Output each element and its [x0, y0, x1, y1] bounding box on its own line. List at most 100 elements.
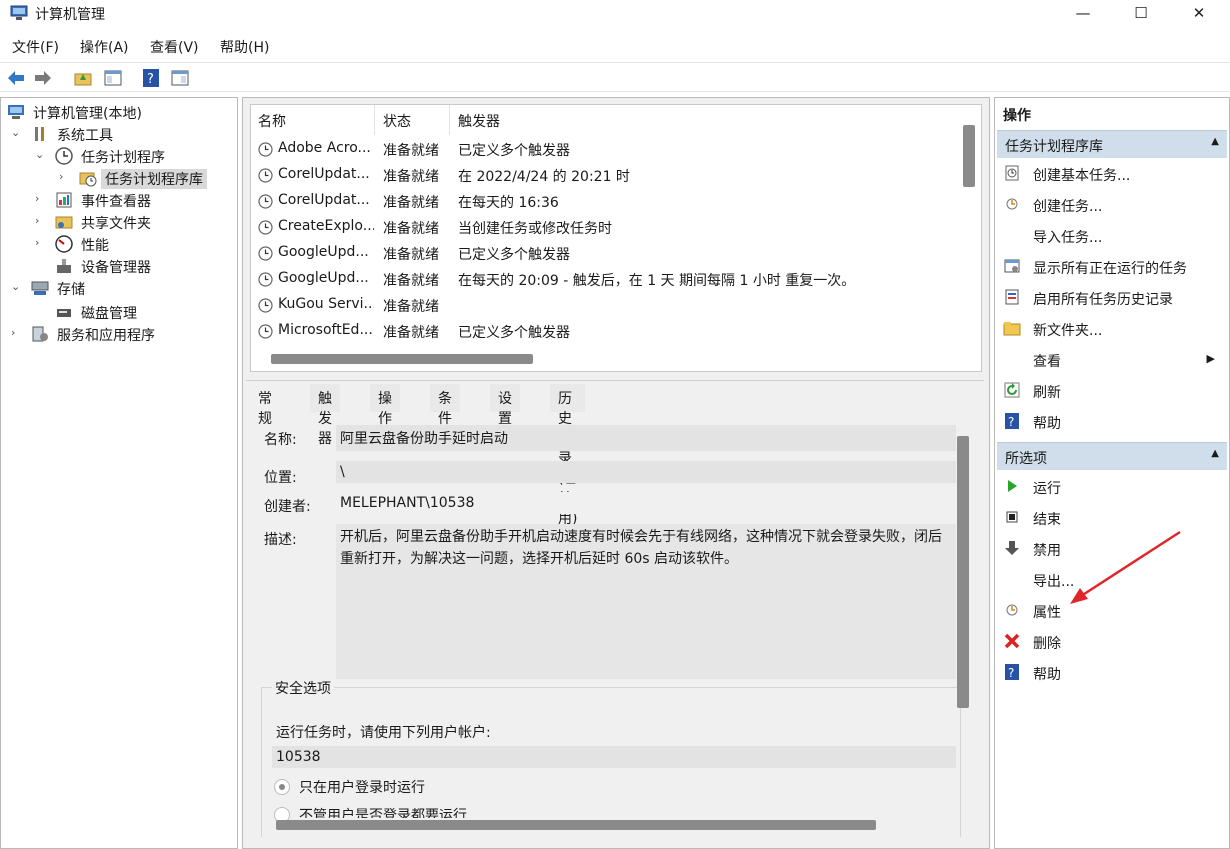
run-icon [1008, 480, 1017, 492]
detail-vertical-scrollbar[interactable] [957, 436, 969, 708]
help-icon[interactable]: ? [141, 68, 161, 88]
tab-general[interactable]: 常规 [250, 384, 280, 427]
task-clock-icon [258, 194, 273, 209]
refresh-icon [1004, 382, 1020, 398]
description-label: 描述: [264, 532, 297, 548]
forward-icon[interactable] [33, 68, 53, 88]
collapse-icon[interactable]: ▲ [1211, 448, 1219, 459]
action-help[interactable]: ? 帮助 [1003, 660, 1223, 686]
action-running-tasks[interactable]: 显示所有正在运行的任务 [1003, 254, 1223, 280]
chevron-right-icon[interactable]: › [35, 214, 47, 227]
action-label: 帮助 [1033, 416, 1061, 432]
action-label: 结束 [1033, 512, 1061, 528]
task-trigger-cell: 当创建任务或修改任务时 [458, 221, 612, 237]
tab-settings[interactable]: 设置 [490, 384, 520, 427]
up-folder-icon[interactable] [73, 68, 93, 88]
actions-section-task-library[interactable]: 任务计划程序库 ▲ [997, 130, 1227, 158]
task-author-field[interactable]: MELEPHANT\10538 [336, 492, 956, 514]
action-create-task[interactable]: 创建任务... [1003, 192, 1223, 218]
task-row[interactable]: CreateExplo... 准备就绪 当创建任务或修改任务时 [251, 215, 961, 241]
task-row[interactable]: Adobe Acro... 准备就绪 已定义多个触发器 [251, 137, 961, 163]
action-history[interactable]: 启用所有任务历史记录 [1003, 285, 1223, 311]
help-icon: ? [1005, 413, 1019, 429]
detail-horizontal-scrollbar[interactable] [276, 820, 876, 830]
task-status-cell: 准备就绪 [383, 247, 439, 263]
action-item-2[interactable]: 导入任务... [1003, 223, 1223, 249]
task-name-cell: KuGou Servi... [278, 296, 374, 312]
folder-clock-icon [79, 172, 97, 187]
navigation-tree: 计算机管理(本地) ⌄ 系统工具 ⌄ 任务计划程序 › 任务计划程序库 › 事件… [0, 97, 238, 849]
chevron-down-icon[interactable]: ⌄ [11, 280, 23, 293]
tab-actions[interactable]: 操作 [370, 384, 400, 427]
chevron-right-icon[interactable]: › [59, 170, 71, 183]
column-header-status[interactable]: 状态 [383, 111, 411, 131]
back-icon[interactable] [6, 68, 26, 88]
show-action-pane-icon[interactable] [170, 68, 190, 88]
chevron-right-icon[interactable]: › [11, 326, 23, 339]
tab-history[interactable]: 历史记录(已禁用) [550, 384, 586, 527]
task-status-cell: 准备就绪 [383, 221, 439, 237]
task-row[interactable]: GoogleUpd... 准备就绪 在每天的 20:09 - 触发后，在 1 天 期… [251, 267, 961, 293]
column-divider[interactable] [449, 105, 450, 135]
radio-run-when-logged-on[interactable] [274, 779, 290, 795]
task-status-cell: 准备就绪 [383, 299, 439, 315]
task-row[interactable]: KuGou Servi... 准备就绪 [251, 293, 961, 319]
computer-management-icon [10, 5, 28, 20]
task-row[interactable]: GoogleUpd... 准备就绪 已定义多个触发器 [251, 241, 961, 267]
chevron-down-icon[interactable]: ⌄ [11, 126, 23, 139]
action-item-6[interactable]: 查看 ▶ [1003, 347, 1223, 373]
chevron-right-icon[interactable]: › [35, 192, 47, 205]
menu-help[interactable]: 帮助(H) [220, 37, 269, 57]
running-tasks-icon [1004, 259, 1020, 273]
column-header-name[interactable]: 名称 [258, 111, 286, 131]
task-location-field[interactable]: \ [336, 461, 956, 483]
maximize-button[interactable]: ☐ [1112, 0, 1170, 28]
minimize-button[interactable]: — [1054, 0, 1112, 28]
actions-section-selected-item-label: 所选项 [1005, 451, 1047, 467]
show-hide-tree-icon[interactable] [103, 68, 123, 88]
task-description-field[interactable]: 开机后，阿里云盘备份助手开机启动速度有时候会先于有线网络，这种情况下就会登录失败… [336, 524, 956, 679]
column-header-trigger[interactable]: 触发器 [458, 111, 500, 131]
task-name-cell: MicrosoftEd... [278, 322, 373, 338]
task-status-cell: 准备就绪 [383, 169, 439, 185]
task-trigger-cell: 在每天的 16:36 [458, 195, 559, 211]
task-row[interactable]: CorelUpdat... 准备就绪 在每天的 16:36 [251, 189, 961, 215]
action-folder[interactable]: 新文件夹... [1003, 316, 1223, 342]
task-list: 名称 状态 触发器 Adobe Acro... 准备就绪 已定义多个触发器 Corel… [250, 104, 982, 372]
task-clock-icon [258, 246, 273, 261]
device-manager-icon [57, 259, 71, 273]
task-name-cell: CorelUpdat... [278, 166, 370, 182]
location-label: 位置: [264, 470, 297, 486]
action-run[interactable]: 运行 [1003, 474, 1223, 500]
task-trigger-cell: 已定义多个触发器 [458, 247, 570, 263]
close-button[interactable]: ✕ [1170, 0, 1228, 28]
delete-icon [1004, 633, 1020, 649]
action-create-basic-task[interactable]: 创建基本任务... [1003, 161, 1223, 187]
task-list-vertical-scrollbar[interactable] [963, 125, 975, 187]
chevron-down-icon[interactable]: ⌄ [35, 148, 47, 161]
actions-section-selected-item[interactable]: 所选项 ▲ [997, 442, 1227, 470]
submenu-arrow-icon: ▶ [1206, 352, 1215, 365]
menu-action[interactable]: 操作(A) [80, 37, 129, 57]
column-divider[interactable] [374, 105, 375, 135]
task-clock-icon [258, 220, 273, 235]
task-trigger-cell: 已定义多个触发器 [458, 143, 570, 159]
task-row[interactable]: MicrosoftEd... 准备就绪 已定义多个触发器 [251, 319, 961, 345]
task-name-field[interactable]: 阿里云盘备份助手延时启动 [336, 425, 956, 451]
task-clock-icon [258, 324, 273, 339]
task-name-cell: CorelUpdat... [278, 192, 370, 208]
collapse-icon[interactable]: ▲ [1211, 136, 1219, 147]
menu-file[interactable]: 文件(F) [12, 37, 59, 57]
action-delete[interactable]: 删除 [1003, 629, 1223, 655]
task-list-horizontal-scrollbar[interactable] [271, 354, 533, 364]
storage-icon [31, 281, 49, 295]
user-account-field[interactable]: 10538 [272, 746, 956, 768]
task-row[interactable]: CorelUpdat... 准备就绪 在 2022/4/24 的 20:21 时 [251, 163, 961, 189]
action-help[interactable]: ? 帮助 [1003, 409, 1223, 435]
chevron-right-icon[interactable]: › [35, 236, 47, 249]
menu-view[interactable]: 查看(V) [150, 37, 199, 57]
task-trigger-cell: 已定义多个触发器 [458, 325, 570, 341]
action-refresh[interactable]: 刷新 [1003, 378, 1223, 404]
tab-conditions[interactable]: 条件 [430, 384, 460, 427]
tab-triggers[interactable]: 触发器 [310, 384, 340, 447]
